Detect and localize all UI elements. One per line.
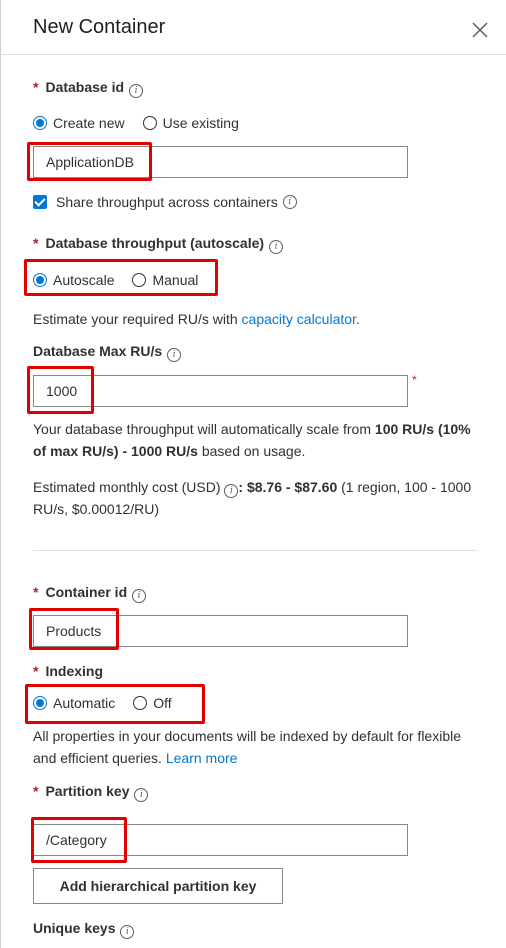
- unique-keys-label: Unique keys i: [33, 920, 135, 939]
- info-icon[interactable]: i: [282, 195, 297, 209]
- radio-use-existing[interactable]: Use existing: [142, 115, 239, 131]
- required-mark: *: [33, 783, 39, 799]
- autoscale-desc-part2: based on usage.: [197, 443, 306, 459]
- highlight-box: [27, 366, 94, 414]
- autoscale-description: Your database throughput will automatica…: [33, 418, 478, 462]
- indexing-desc-text: All properties in your documents will be…: [33, 728, 462, 766]
- required-mark: *: [33, 584, 39, 600]
- cost-range: $8.76 - $87.60: [246, 479, 338, 495]
- highlight-box: [25, 684, 205, 724]
- share-throughput-label: Share throughput across containers: [56, 194, 278, 210]
- estimate-text: Estimate your required RU/s with capacit…: [33, 308, 360, 330]
- autoscale-desc-part1: Your database throughput will automatica…: [33, 421, 375, 437]
- info-icon[interactable]: i: [132, 589, 147, 603]
- section-divider: [33, 550, 477, 551]
- required-mark: *: [412, 373, 417, 387]
- radio-create-new-label: Create new: [53, 115, 125, 131]
- indexing-description: All properties in your documents will be…: [33, 725, 473, 769]
- header-divider: [0, 54, 506, 55]
- cost-separator: :: [238, 479, 247, 495]
- container-id-label: * Container id i: [33, 584, 147, 603]
- indexing-label: * Indexing: [33, 663, 103, 679]
- required-mark: *: [33, 235, 39, 251]
- required-mark: *: [33, 79, 39, 95]
- highlight-box: [27, 142, 152, 181]
- required-mark: *: [33, 663, 39, 679]
- panel-left-edge: [0, 0, 1, 948]
- radio-use-existing-label: Use existing: [162, 115, 239, 131]
- database-throughput-label: * Database throughput (autoscale) i: [33, 235, 284, 254]
- radio-unselected-icon: [142, 116, 157, 130]
- partition-key-label-text: Partition key: [45, 783, 130, 799]
- info-icon[interactable]: i: [129, 84, 144, 98]
- info-icon[interactable]: i: [134, 788, 149, 802]
- add-hierarchical-partition-key-button[interactable]: Add hierarchical partition key: [33, 868, 283, 904]
- highlight-box: [24, 259, 218, 296]
- database-id-label: * Database id i: [33, 79, 144, 98]
- radio-create-new[interactable]: Create new: [33, 115, 125, 131]
- estimate-suffix: .: [355, 311, 360, 327]
- close-icon[interactable]: [470, 20, 490, 40]
- info-icon[interactable]: i: [224, 484, 239, 498]
- highlight-box: [31, 817, 127, 863]
- cost-prefix: Estimated monthly cost (USD): [33, 479, 225, 495]
- database-id-radio-group: Create new Use existing: [33, 115, 257, 131]
- info-icon[interactable]: i: [269, 240, 284, 254]
- panel-title: New Container: [33, 16, 166, 38]
- capacity-calculator-link[interactable]: capacity calculator: [242, 311, 356, 327]
- database-throughput-label-text: Database throughput (autoscale): [45, 235, 265, 251]
- estimate-prefix: Estimate your required RU/s with: [33, 311, 242, 327]
- highlight-box: [29, 608, 119, 650]
- radio-selected-icon: [33, 116, 47, 130]
- container-id-label-text: Container id: [45, 584, 128, 600]
- indexing-label-text: Indexing: [45, 663, 104, 679]
- learn-more-link[interactable]: Learn more: [166, 750, 238, 766]
- info-icon[interactable]: i: [120, 925, 135, 939]
- info-icon[interactable]: i: [167, 348, 182, 362]
- estimated-cost: Estimated monthly cost (USD) i: $8.76 - …: [33, 476, 478, 520]
- share-throughput-checkbox[interactable]: Share throughput across containers i: [33, 194, 297, 210]
- database-id-label-text: Database id: [45, 79, 125, 95]
- max-ru-label: Database Max RU/s i: [33, 343, 182, 362]
- unique-keys-label-text: Unique keys: [33, 920, 116, 936]
- checkbox-checked-icon: [33, 195, 47, 209]
- max-ru-label-text: Database Max RU/s: [33, 343, 163, 359]
- partition-key-label: * Partition key i: [33, 783, 149, 802]
